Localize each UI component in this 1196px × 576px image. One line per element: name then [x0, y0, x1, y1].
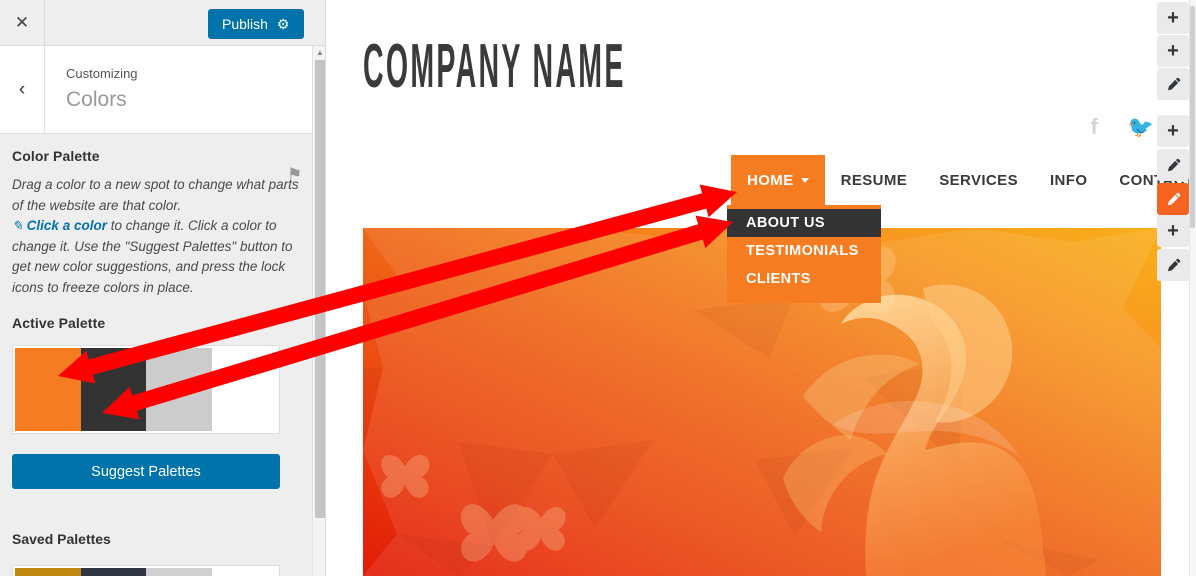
close-icon[interactable]: ✕ — [0, 0, 45, 45]
saved-palette-swatch-3[interactable] — [211, 568, 277, 576]
back-icon[interactable]: ‹ — [0, 46, 45, 133]
submenu-item-clients[interactable]: CLIENTS — [727, 265, 881, 293]
saved-palette-swatch-2[interactable] — [146, 568, 212, 576]
chevron-down-icon[interactable] — [800, 177, 809, 183]
nav-item-label: SERVICES — [939, 171, 1018, 189]
saved-palette-swatch-1[interactable] — [80, 568, 146, 576]
preview-scrollbar-thumb[interactable] — [1190, 6, 1195, 228]
nav-item-label: INFO — [1049, 171, 1088, 189]
customizer-screen: ✕ Publish ⚙ ‹ Customizing Colors Color P… — [0, 0, 1196, 576]
gear-icon[interactable]: ⚙ — [277, 17, 290, 31]
social-links: f 🐦 — [1091, 116, 1154, 138]
plus-icon: + — [1167, 40, 1179, 62]
click-a-color-link[interactable]: Click a color — [27, 218, 107, 233]
description-line-1: Drag a color to a new spot to change wha… — [12, 177, 299, 213]
suggest-palettes-button[interactable]: Suggest Palettes — [12, 454, 280, 490]
site-preview: COMPANY NAME f🐦 HOMERESUMESERVICESINFOCO… — [327, 0, 1196, 576]
edit-hero-button[interactable] — [1157, 249, 1189, 281]
color-palette-heading: Color Palette — [12, 148, 100, 164]
breadcrumb: Customizing — [66, 66, 138, 81]
customizer-section-header: ‹ Customizing Colors — [0, 46, 325, 134]
nav-item-info[interactable]: INFO — [1034, 155, 1103, 205]
nav-item-resume[interactable]: RESUME — [825, 155, 924, 205]
publish-button-label: Publish — [222, 16, 268, 32]
primary-navigation: HOMERESUMESERVICESINFOCONTACT US — [327, 155, 1196, 205]
pencil-icon — [1165, 257, 1182, 274]
add-widget-button-2[interactable]: + — [1157, 35, 1189, 67]
pencil-icon — [1165, 76, 1182, 93]
publish-button[interactable]: Publish ⚙ — [208, 9, 304, 39]
saved-palettes-heading: Saved Palettes — [12, 531, 111, 548]
active-palette-heading: Active Palette — [12, 315, 106, 332]
pencil-icon — [1165, 191, 1182, 208]
nav-item-label: HOME — [747, 171, 794, 189]
submenu-item-about-us[interactable]: ABOUT US — [727, 209, 881, 237]
home-submenu-dropdown: ABOUT US TESTIMONIALS CLIENTS — [727, 205, 881, 303]
palette-swatch-3[interactable] — [211, 348, 277, 432]
page-title: Colors — [66, 88, 127, 111]
plus-icon: + — [1167, 7, 1179, 29]
palette-swatch-2[interactable] — [146, 348, 212, 432]
pencil-icon — [1165, 157, 1182, 174]
sidebar-scrollbar[interactable]: ▲ — [312, 46, 325, 576]
nav-item-label: RESUME — [840, 171, 908, 189]
plus-icon: + — [1167, 220, 1179, 242]
palette-swatch-1[interactable] — [80, 348, 146, 432]
customizer-sidebar: ✕ Publish ⚙ ‹ Customizing Colors Color P… — [0, 0, 326, 576]
brush-icon: ✎ — [12, 218, 23, 234]
saved-palette-row[interactable] — [12, 565, 280, 576]
sidebar-scrollbar-thumb[interactable] — [315, 60, 325, 518]
customizer-header: ✕ Publish ⚙ — [0, 0, 325, 46]
scroll-up-arrow-icon[interactable]: ▲ — [313, 48, 325, 57]
submenu-item-testimonials[interactable]: TESTIMONIALS — [727, 237, 881, 265]
nav-item-services[interactable]: SERVICES — [923, 155, 1034, 205]
add-section-button[interactable]: + — [1157, 215, 1189, 247]
plus-icon: + — [1167, 120, 1179, 142]
add-menu-item-button[interactable]: + — [1157, 115, 1189, 147]
palette-swatch-0[interactable] — [15, 348, 81, 432]
saved-palette-swatch-0[interactable] — [15, 568, 81, 576]
nav-item-home[interactable]: HOME — [731, 155, 825, 205]
active-palette[interactable] — [12, 345, 280, 435]
edit-shortcuts-rail: + + + + — [1150, 0, 1196, 576]
pin-icon[interactable]: ⚑ — [287, 166, 302, 183]
customizer-body: Color Palette Drag a color to a new spot… — [0, 134, 325, 576]
preview-scrollbar[interactable] — [1189, 0, 1196, 576]
edit-site-title-button[interactable] — [1157, 68, 1189, 100]
add-widget-button-1[interactable]: + — [1157, 2, 1189, 34]
color-palette-description: Drag a color to a new spot to change wha… — [12, 175, 308, 298]
edit-colors-button[interactable] — [1157, 183, 1189, 215]
facebook-icon[interactable]: f — [1091, 116, 1098, 138]
site-title: COMPANY NAME — [363, 32, 626, 101]
edit-menu-button[interactable] — [1157, 149, 1189, 181]
